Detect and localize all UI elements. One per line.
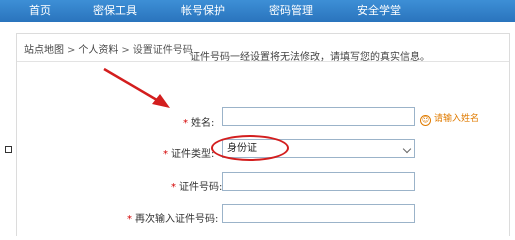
annotation-arrow bbox=[103, 67, 170, 108]
annotation-arrow-line bbox=[103, 67, 163, 105]
annotation-arrow-head bbox=[152, 94, 170, 108]
